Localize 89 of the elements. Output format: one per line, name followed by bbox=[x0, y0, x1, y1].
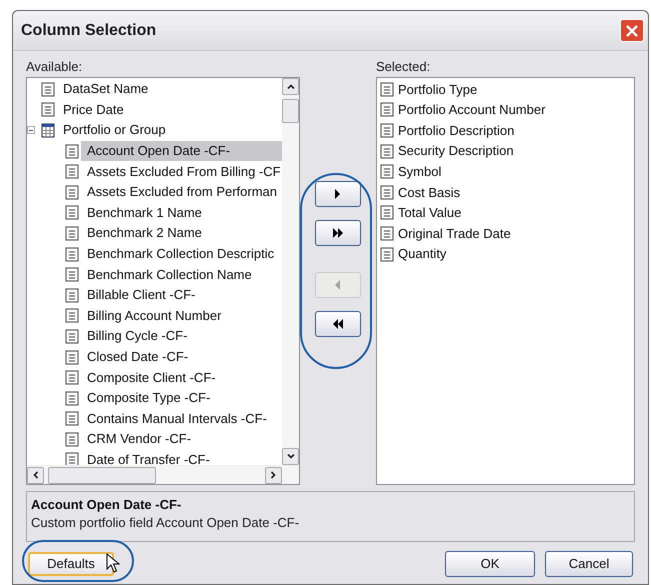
right-arrow-icon bbox=[335, 189, 341, 199]
tree-item[interactable]: Benchmark Collection Descriptic bbox=[81, 244, 282, 264]
field-icon bbox=[65, 144, 79, 159]
tree-item[interactable]: Portfolio or Group bbox=[57, 120, 282, 140]
description-text: Custom portfolio field Account Open Date -CF- bbox=[31, 514, 300, 532]
remove-button[interactable] bbox=[315, 311, 361, 337]
tree-item[interactable]: Benchmark 2 Name bbox=[81, 223, 282, 244]
list-item[interactable]: Portfolio Account Number bbox=[398, 100, 546, 120]
available-list[interactable] bbox=[26, 77, 300, 485]
scroll-thumb[interactable] bbox=[48, 466, 156, 484]
tree-item[interactable]: Benchmark Collection Name bbox=[81, 264, 282, 285]
scroll-left-button[interactable] bbox=[27, 466, 44, 484]
scroll-up-button[interactable] bbox=[282, 78, 299, 95]
add-button[interactable] bbox=[315, 220, 361, 246]
field-icon bbox=[65, 184, 79, 200]
left-caret-icon bbox=[33, 471, 38, 479]
field-icon bbox=[65, 288, 79, 303]
selected-label: Selected: bbox=[376, 58, 432, 76]
list-item[interactable]: Original Trade Date bbox=[398, 224, 511, 244]
field-icon bbox=[380, 226, 394, 241]
window-title: Column Selection bbox=[21, 20, 156, 40]
scroll-down-button[interactable] bbox=[282, 448, 299, 465]
field-icon bbox=[65, 226, 79, 241]
field-icon bbox=[41, 102, 55, 118]
right-arrow-icon bbox=[332, 228, 344, 238]
list-item[interactable]: Total Value bbox=[398, 203, 462, 223]
field-icon bbox=[65, 205, 79, 220]
field-icon bbox=[380, 184, 394, 200]
up-caret-icon bbox=[286, 84, 294, 89]
mouse-cursor-icon bbox=[106, 553, 120, 573]
down-caret-icon bbox=[286, 454, 294, 459]
field-icon bbox=[65, 390, 79, 406]
tree-item[interactable]: Composite Client -CF- bbox=[81, 368, 282, 388]
tree-item[interactable]: Billing Cycle -CF- bbox=[81, 326, 282, 346]
field-icon bbox=[380, 82, 394, 97]
scroll-thumb[interactable] bbox=[282, 99, 299, 123]
list-item[interactable]: Quantity bbox=[398, 244, 446, 264]
list-item[interactable]: Symbol bbox=[398, 162, 442, 182]
tree-item[interactable]: CRM Vendor -CF- bbox=[81, 429, 282, 450]
field-icon bbox=[380, 164, 394, 180]
collapse-icon[interactable] bbox=[27, 126, 35, 134]
field-icon bbox=[41, 82, 55, 97]
field-icon bbox=[65, 452, 79, 465]
list-item[interactable]: Cost Basis bbox=[398, 182, 460, 202]
horizontal-scrollbar[interactable] bbox=[27, 465, 299, 484]
selected-list[interactable]: Portfolio Type Portfolio Account Number Portfolio Description Security Description Symbol Cost Basis Total Value Original Trade Date Quantity bbox=[376, 77, 635, 485]
tree-item[interactable]: Billable Client -CF- bbox=[81, 285, 282, 306]
field-icon bbox=[380, 122, 394, 138]
scroll-right-button[interactable] bbox=[265, 466, 282, 484]
description-title: Account Open Date -CF- bbox=[31, 496, 182, 514]
field-icon bbox=[65, 432, 79, 447]
field-icon bbox=[380, 246, 394, 262]
add-button[interactable] bbox=[315, 181, 361, 207]
list-item[interactable]: Portfolio Description bbox=[398, 120, 514, 140]
ok-button[interactable]: OK bbox=[445, 551, 535, 577]
tree-item[interactable]: Benchmark 1 Name bbox=[81, 202, 282, 223]
defaults-button[interactable]: Defaults bbox=[28, 552, 114, 576]
right-caret-icon bbox=[271, 471, 276, 479]
tree-item[interactable]: Billing Account Number bbox=[81, 306, 282, 326]
field-icon bbox=[380, 205, 394, 220]
left-arrow-icon bbox=[332, 319, 344, 329]
tree-item[interactable]: Account Open Date -CF- bbox=[81, 141, 282, 162]
tree-item[interactable]: Assets Excluded from Performan bbox=[81, 182, 282, 202]
tree-item[interactable]: Closed Date -CF- bbox=[81, 347, 282, 368]
field-icon bbox=[65, 350, 79, 365]
left-arrow-icon bbox=[335, 280, 341, 290]
tree-item[interactable]: Price Date bbox=[57, 100, 282, 120]
field-icon bbox=[65, 370, 79, 386]
field-icon bbox=[65, 411, 79, 426]
tree-item[interactable]: Composite Type -CF- bbox=[81, 388, 282, 408]
field-icon bbox=[65, 308, 79, 324]
close-button[interactable] bbox=[620, 19, 644, 42]
field-icon bbox=[65, 267, 79, 282]
field-icon bbox=[380, 102, 394, 118]
cancel-button[interactable]: Cancel bbox=[545, 551, 633, 577]
tree-item[interactable]: DataSet Name bbox=[57, 79, 282, 100]
vertical-scrollbar[interactable] bbox=[282, 78, 299, 465]
field-icon bbox=[65, 328, 79, 344]
tree-item[interactable]: Contains Manual Intervals -CF- bbox=[81, 408, 282, 429]
close-icon bbox=[626, 24, 638, 36]
available-label: Available: bbox=[26, 58, 84, 76]
list-item[interactable]: Security Description bbox=[398, 141, 514, 161]
table-icon bbox=[41, 122, 55, 138]
tree-item[interactable]: Date of Transfer -CF- bbox=[81, 450, 282, 465]
field-icon bbox=[65, 246, 79, 262]
field-icon bbox=[65, 164, 79, 180]
field-icon bbox=[380, 144, 394, 159]
tree-item[interactable]: Assets Excluded From Billing -CF bbox=[81, 162, 282, 182]
list-item[interactable]: Portfolio Type bbox=[398, 80, 478, 100]
